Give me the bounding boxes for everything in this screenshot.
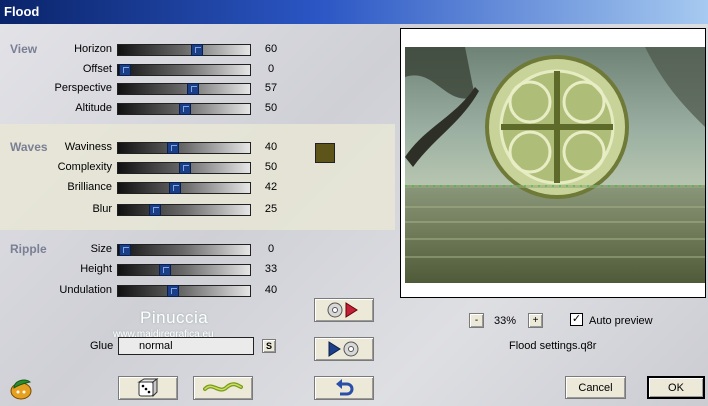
- complexity-value: 50: [264, 161, 278, 173]
- load-preset-button[interactable]: [314, 298, 374, 322]
- slider-row-height: Height 33: [0, 262, 290, 278]
- altitude-value: 50: [264, 102, 278, 114]
- offset-slider-thumb[interactable]: [119, 64, 131, 76]
- offset-label: Offset: [82, 63, 112, 75]
- brilliance-slider[interactable]: [117, 182, 251, 194]
- leaf-plugin-icon: [8, 376, 34, 400]
- auto-preview-label: Auto preview: [589, 315, 653, 327]
- undulation-slider-thumb[interactable]: [167, 285, 179, 297]
- cancel-button[interactable]: Cancel: [565, 376, 626, 399]
- reset-button[interactable]: [314, 376, 374, 400]
- randomize-button[interactable]: [118, 376, 178, 400]
- flood-dialog: Flood View Waves Ripple Horizon 60 Offset 0…: [0, 0, 708, 406]
- waviness-slider-thumb[interactable]: [167, 142, 179, 154]
- complexity-label: Complexity: [57, 161, 112, 173]
- zoom-out-label: -: [474, 314, 479, 326]
- perspective-label: Perspective: [54, 82, 112, 94]
- zoom-in-label: +: [532, 314, 539, 326]
- zoom-level: 33%: [494, 315, 517, 327]
- load-preset-icon: [327, 302, 358, 318]
- complexity-slider[interactable]: [117, 162, 251, 174]
- slider-row-offset: Offset 0: [0, 62, 290, 78]
- slider-row-perspective: Perspective 57: [0, 81, 290, 97]
- save-preset-icon: [328, 341, 359, 357]
- waviness-slider[interactable]: [117, 142, 251, 154]
- title-bar: Flood: [0, 0, 708, 24]
- undulation-label: Undulation: [59, 284, 112, 296]
- wave-color-swatch[interactable]: [315, 143, 335, 163]
- blur-slider-thumb[interactable]: [149, 204, 161, 216]
- slider-row-blur: Blur 25: [0, 202, 290, 218]
- glue-label: Glue: [90, 340, 114, 352]
- watermark-name: Pinuccia: [140, 308, 209, 327]
- preview-image: [405, 47, 705, 283]
- blur-value: 25: [264, 203, 278, 215]
- horizon-label: Horizon: [74, 43, 112, 55]
- save-preset-button[interactable]: [314, 337, 374, 361]
- height-label: Height: [80, 263, 112, 275]
- size-label: Size: [90, 243, 112, 255]
- settings-file-name: Flood settings.q8r: [509, 340, 597, 352]
- undulation-slider[interactable]: [117, 285, 251, 297]
- ok-label: OK: [668, 381, 684, 394]
- auto-preview-check-mark: ✓: [571, 313, 582, 325]
- offset-slider[interactable]: [117, 64, 251, 76]
- glue-select[interactable]: normal: [118, 337, 254, 355]
- size-slider[interactable]: [117, 244, 251, 256]
- height-value: 33: [264, 263, 278, 275]
- glue-select-value: normal: [139, 340, 173, 352]
- window-title: Flood: [4, 4, 40, 19]
- altitude-slider-thumb[interactable]: [179, 103, 191, 115]
- cancel-label: Cancel: [578, 381, 613, 394]
- zoom-out-button[interactable]: -: [469, 313, 484, 328]
- blur-label: Blur: [92, 203, 112, 215]
- undulation-value: 40: [264, 284, 278, 296]
- size-slider-thumb[interactable]: [119, 244, 131, 256]
- height-slider[interactable]: [117, 264, 251, 276]
- dice-icon: [137, 378, 159, 398]
- auto-preview-checkbox[interactable]: ✓: [570, 313, 583, 326]
- horizon-value: 60: [264, 43, 278, 55]
- slider-row-brilliance: Brilliance 42: [0, 180, 290, 196]
- preview-panel[interactable]: [400, 28, 706, 298]
- horizon-slider[interactable]: [117, 44, 251, 56]
- horizon-slider-thumb[interactable]: [191, 44, 203, 56]
- wave-icon: [203, 382, 243, 392]
- wave-button[interactable]: [193, 376, 253, 400]
- brilliance-value: 42: [264, 181, 278, 193]
- perspective-slider[interactable]: [117, 83, 251, 95]
- offset-value: 0: [267, 63, 275, 75]
- slider-row-complexity: Complexity 50: [0, 160, 290, 176]
- perspective-value: 57: [264, 82, 278, 94]
- waviness-value: 40: [264, 141, 278, 153]
- slider-row-altitude: Altitude 50: [0, 101, 290, 117]
- slider-row-size: Size 0: [0, 242, 290, 258]
- perspective-slider-thumb[interactable]: [187, 83, 199, 95]
- slider-row-waviness: Waviness 40: [0, 140, 290, 156]
- altitude-label: Altitude: [75, 102, 112, 114]
- brilliance-label: Brilliance: [67, 181, 112, 193]
- altitude-slider[interactable]: [117, 103, 251, 115]
- height-slider-thumb[interactable]: [159, 264, 171, 276]
- zoom-in-button[interactable]: +: [528, 313, 543, 328]
- ok-button[interactable]: OK: [647, 376, 705, 399]
- slider-row-undulation: Undulation 40: [0, 283, 290, 299]
- waviness-label: Waviness: [64, 141, 112, 153]
- size-value: 0: [267, 243, 275, 255]
- undo-arrow-icon: [336, 379, 354, 396]
- glue-s-button[interactable]: S: [262, 339, 276, 353]
- slider-row-horizon: Horizon 60: [0, 42, 290, 58]
- glue-s-label: S: [265, 341, 272, 351]
- blur-slider[interactable]: [117, 204, 251, 216]
- brilliance-slider-thumb[interactable]: [169, 182, 181, 194]
- complexity-slider-thumb[interactable]: [179, 162, 191, 174]
